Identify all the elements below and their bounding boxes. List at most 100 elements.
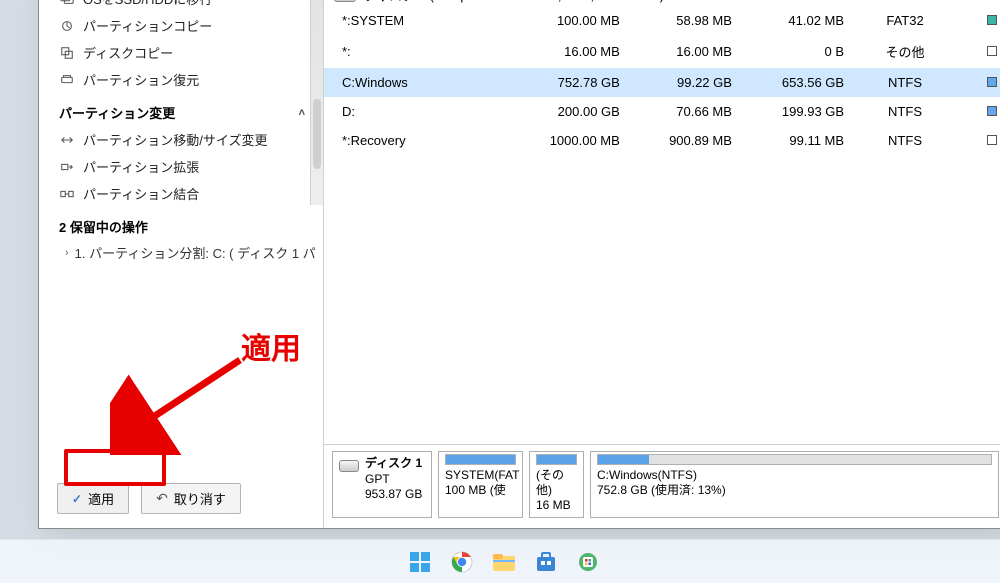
disk-map-partitions: SYSTEM(FAT 100 MB (使 (その他) 16 MB C:Windo…: [438, 451, 999, 518]
disk-icon: [334, 0, 356, 2]
sidebar-item-wizard[interactable]: ディスクコピー: [57, 39, 317, 66]
partition-used: 58.98 MB: [630, 6, 742, 35]
partition-name: *:SYSTEM: [324, 6, 507, 35]
pending-operations-title: 2 保留中の操作: [57, 207, 317, 240]
partition-used: 70.66 MB: [630, 97, 742, 126]
partition-table: *:SYSTEM 100.00 MB 58.98 MB 41.02 MB FAT…: [324, 6, 1000, 155]
disk-map-partition[interactable]: (その他) 16 MB: [529, 451, 584, 518]
sidebar-item-wizard[interactable]: OSをSSD/HDDに移行: [57, 0, 317, 12]
sidebar-group-partition-change[interactable]: パーティション変更 ˄: [57, 93, 317, 126]
pending-operations-list: › 1. パーティション分割: C: ( ディスク 1 パー...: [57, 240, 317, 265]
taskbar-chrome-icon[interactable]: [448, 548, 476, 576]
partition-color: [956, 35, 1000, 68]
partition-name: D:: [324, 97, 507, 126]
sidebar-item-label: パーティション結合: [83, 184, 199, 203]
pending-item-label: 1. パーティション分割: C: ( ディスク 1 パー...: [75, 243, 317, 262]
map-part-sub: 100 MB (使: [445, 483, 516, 498]
merge-icon: [59, 186, 75, 202]
partition-row[interactable]: D: 200.00 GB 70.66 MB 199.93 GB NTFS: [324, 97, 1000, 126]
sidebar-item-change[interactable]: パーティション移動/サイズ変更: [57, 126, 317, 153]
sidebar-item-change[interactable]: パーティション拡張: [57, 153, 317, 180]
partition-total: 1000.00 MB: [507, 126, 629, 155]
partition-name: *:Recovery: [324, 126, 507, 155]
undo-button[interactable]: ↶ 取り消す: [141, 483, 241, 514]
sidebar-change-list: パーティション移動/サイズ変更 パーティション拡張 パーティション結合: [57, 126, 317, 207]
undo-icon: ↶: [156, 490, 168, 507]
apply-button[interactable]: ✓ 適用: [57, 483, 129, 514]
partition-color: [956, 68, 1000, 97]
partition-total: 16.00 MB: [507, 35, 629, 68]
partition-used: 900.89 MB: [630, 126, 742, 155]
chevron-up-icon: ˄: [299, 107, 305, 119]
sidebar-group-label: パーティション変更: [59, 103, 175, 122]
app-window: OSをSSD/HDDに移行 パーティションコピー ディスクコピー パーティション…: [38, 0, 1000, 529]
map-part-title: C:Windows(NTFS): [597, 468, 992, 483]
partition-free: 199.93 GB: [742, 97, 854, 126]
sidebar-item-label: OSをSSD/HDDに移行: [83, 0, 212, 8]
sidebar-item-wizard[interactable]: パーティションコピー: [57, 12, 317, 39]
partition-name: *:: [324, 35, 507, 68]
partition-free: 41.02 MB: [742, 6, 854, 35]
disk-map-info[interactable]: ディスク 1 GPT 953.87 GB: [332, 451, 432, 518]
partition-fs: NTFS: [854, 97, 956, 126]
sidebar: OSをSSD/HDDに移行 パーティションコピー ディスクコピー パーティション…: [39, 0, 324, 528]
partition-fs: FAT32: [854, 6, 956, 35]
dcopy-icon: [59, 45, 75, 61]
extend-icon: [59, 159, 75, 175]
sidebar-scrollbar-thumb[interactable]: [313, 99, 321, 169]
taskbar-app-icon[interactable]: [574, 548, 602, 576]
usage-bar: [597, 454, 992, 465]
main-panel: ディスク 1 (Wodposit NVMe SSD, GPT, 953.87 G…: [324, 0, 1000, 528]
pending-operation-item[interactable]: › 1. パーティション分割: C: ( ディスク 1 パー...: [57, 240, 317, 265]
partition-row[interactable]: *:SYSTEM 100.00 MB 58.98 MB 41.02 MB FAT…: [324, 6, 1000, 35]
chevron-right-icon: ›: [65, 247, 69, 259]
disk-map-partition[interactable]: C:Windows(NTFS) 752.8 GB (使用済: 13%): [590, 451, 999, 518]
partition-used: 16.00 MB: [630, 35, 742, 68]
partition-free: 99.11 MB: [742, 126, 854, 155]
disk-map-size: 953.87 GB: [365, 487, 422, 503]
disk-map-type: GPT: [365, 472, 422, 488]
disk-map: ディスク 1 GPT 953.87 GB SYSTEM(FAT 100 MB (…: [324, 444, 1000, 528]
taskbar-start-icon[interactable]: [406, 548, 434, 576]
pcopy-icon: [59, 18, 75, 34]
taskbar-explorer-icon[interactable]: [490, 548, 518, 576]
usage-bar: [536, 454, 577, 465]
sidebar-item-label: パーティション移動/サイズ変更: [83, 130, 267, 149]
sidebar-list: OSをSSD/HDDに移行 パーティションコピー ディスクコピー パーティション…: [57, 0, 317, 93]
partition-name: C:Windows: [324, 68, 507, 97]
sidebar-item-label: ディスクコピー: [83, 43, 173, 62]
partition-row[interactable]: *: 16.00 MB 16.00 MB 0 B その他: [324, 35, 1000, 68]
sidebar-item-change[interactable]: パーティション結合: [57, 180, 317, 207]
partition-row[interactable]: C:Windows 752.78 GB 99.22 GB 653.56 GB N…: [324, 68, 1000, 97]
app-body: OSをSSD/HDDに移行 パーティションコピー ディスクコピー パーティション…: [39, 0, 1000, 528]
partition-total: 200.00 GB: [507, 97, 629, 126]
partition-fs: NTFS: [854, 126, 956, 155]
check-icon: ✓: [72, 492, 82, 506]
disk-title-prefix: ディスク 1: [364, 0, 426, 3]
taskbar-store-icon[interactable]: [532, 548, 560, 576]
partition-used: 99.22 GB: [630, 68, 742, 97]
taskbar: [0, 539, 1000, 583]
partition-fs: その他: [854, 35, 956, 68]
sidebar-item-label: パーティションコピー: [83, 16, 212, 35]
partition-color: [956, 6, 1000, 35]
sidebar-item-label: パーティション拡張: [83, 157, 199, 176]
sidebar-item-wizard[interactable]: パーティション復元: [57, 66, 317, 93]
disk-title: ディスク 1 (Wodposit NVMe SSD, GPT, 953.87 G…: [364, 0, 664, 4]
sidebar-item-label: パーティション復元: [83, 70, 199, 89]
partition-row[interactable]: *:Recovery 1000.00 MB 900.89 MB 99.11 MB…: [324, 126, 1000, 155]
undo-button-label: 取り消す: [174, 489, 226, 508]
partition-free: 0 B: [742, 35, 854, 68]
usage-bar: [445, 454, 516, 465]
map-part-sub: 752.8 GB (使用済: 13%): [597, 483, 992, 498]
migrate-icon: [59, 0, 75, 7]
sidebar-action-buttons: ✓ 適用 ↶ 取り消す: [57, 479, 317, 520]
partition-color: [956, 97, 1000, 126]
partition-color: [956, 126, 1000, 155]
disk-icon: [339, 460, 359, 472]
partition-fs: NTFS: [854, 68, 956, 97]
apply-button-label: 適用: [88, 489, 114, 508]
disk-map-label: ディスク 1: [365, 456, 422, 470]
disk-map-partition[interactable]: SYSTEM(FAT 100 MB (使: [438, 451, 523, 518]
partition-free: 653.56 GB: [742, 68, 854, 97]
